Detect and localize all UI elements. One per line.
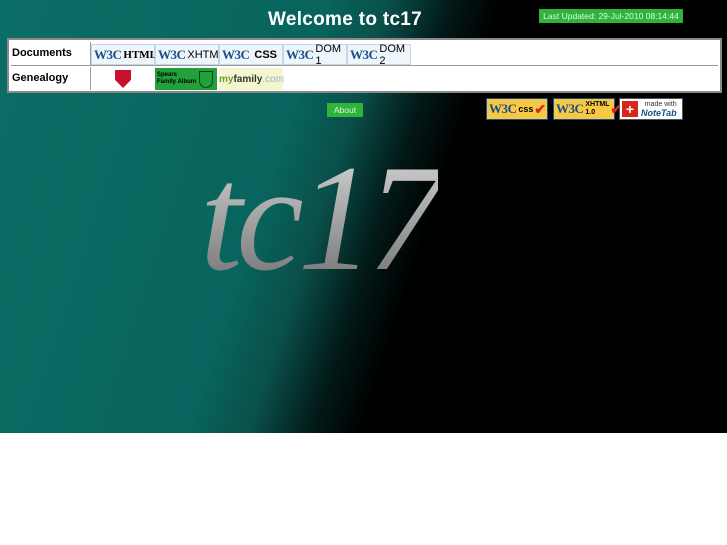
checkmark-icon: ✔ — [534, 100, 547, 117]
swiss-cross-icon: + — [622, 101, 638, 117]
about-button[interactable]: About — [327, 103, 363, 117]
hero-background: Welcome to tc17 Last Updated: 29-Jul-201… — [0, 0, 727, 433]
w3c-logo-icon: W3C — [222, 46, 250, 62]
genealogy-link-myfamily[interactable]: my family .com — [219, 68, 285, 90]
valid-xhtml-label: XHTML 1.0 — [585, 101, 610, 116]
family-crest-icon — [199, 70, 213, 88]
valid-css-badge[interactable]: W3C css ✔ — [486, 98, 548, 120]
navigation-table: Documents W3C HTML W3C XHTML W3C CSS W3C… — [7, 38, 722, 93]
doc-link-label: HTML — [123, 48, 158, 61]
doc-link-label: DOM 2 — [379, 42, 406, 67]
valid-css-label: css — [518, 104, 534, 114]
genealogy-label: Genealogy — [11, 67, 91, 90]
w3c-logo-icon: W3C — [158, 46, 186, 62]
doc-link-html[interactable]: W3C HTML — [91, 44, 158, 65]
page-title: Welcome to tc17 — [267, 9, 423, 30]
genealogy-link-family-album[interactable]: Spears Family Album — [155, 68, 217, 90]
w3c-logo-icon: W3C — [350, 46, 378, 62]
doc-link-label: DOM 1 — [315, 42, 342, 67]
w3c-logo-icon: W3C — [489, 101, 517, 116]
tc17-logo: tc17 — [200, 134, 444, 302]
myfamily-logo-my: my — [219, 73, 234, 85]
documents-row: Documents W3C HTML W3C XHTML W3C CSS W3C… — [11, 42, 718, 67]
shield-crest-icon — [115, 70, 131, 88]
doc-link-dom1[interactable]: W3C DOM 1 — [283, 42, 347, 67]
notetab-badge[interactable]: + made with NoteTab — [619, 98, 683, 120]
doc-link-dom2[interactable]: W3C DOM 2 — [347, 42, 411, 67]
valid-xhtml-badge[interactable]: W3C XHTML 1.0 ✔ — [553, 98, 622, 120]
notetab-line2: NoteTab — [641, 108, 677, 118]
genealogy-row: Genealogy Spears Family Album my family .c… — [11, 67, 718, 90]
myfamily-logo-com: .com — [262, 73, 285, 85]
doc-link-css[interactable]: W3C CSS — [219, 44, 283, 65]
notetab-text: made with NoteTab — [641, 101, 677, 118]
w3c-logo-icon: W3C — [556, 101, 584, 116]
genealogy-link-crest[interactable] — [91, 68, 155, 90]
last-updated-badge: Last Updated: 29-Jul-2010 08:14:44 — [539, 9, 683, 23]
family-album-text: Spears Family Album — [157, 72, 197, 85]
documents-label: Documents — [11, 42, 91, 65]
doc-link-label: CSS — [254, 48, 278, 61]
w3c-logo-icon: W3C — [286, 46, 314, 62]
w3c-logo-icon: W3C — [94, 46, 122, 62]
myfamily-logo-family: family — [233, 73, 263, 85]
doc-link-xhtml[interactable]: W3C XHTML — [155, 44, 225, 65]
